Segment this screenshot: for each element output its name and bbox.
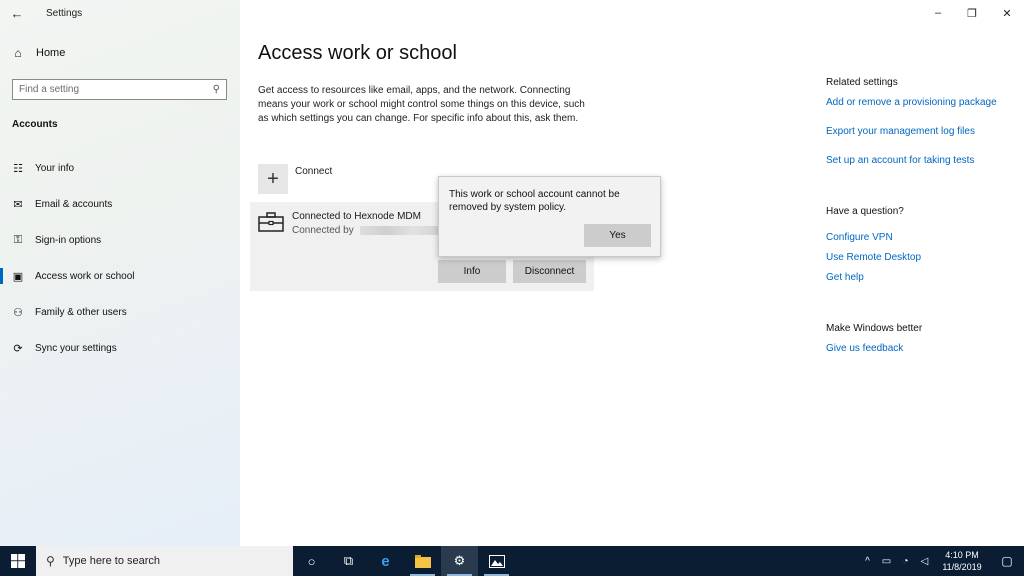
main-content: Access work or school Get access to reso… <box>240 0 1024 546</box>
sidebar-item-label: Family & other users <box>35 306 127 318</box>
sidebar-item-access-work-school[interactable]: ▣ Access work or school <box>0 264 240 288</box>
network-icon[interactable]: ◔ <box>896 556 915 567</box>
link-export-log-files[interactable]: Export your management log files <box>826 126 975 137</box>
close-button[interactable]: ✕ <box>990 0 1024 26</box>
task-view-icon[interactable]: ⧉ <box>330 546 367 576</box>
people-icon: ⚇ <box>13 306 23 319</box>
link-get-help[interactable]: Get help <box>826 272 864 283</box>
related-settings-heading: Related settings <box>826 77 898 88</box>
page-description: Get access to resources like email, apps… <box>258 85 585 124</box>
sidebar-item-sign-in-options[interactable]: ⚿ Sign-in options <box>0 228 240 252</box>
battery-icon[interactable]: ▭ <box>877 556 896 567</box>
sidebar-item-label: Email & accounts <box>35 198 113 210</box>
sidebar-item-home[interactable]: ⌂ Home <box>10 46 65 60</box>
sidebar-item-label: Your info <box>35 162 75 174</box>
sidebar: ← Settings ⌂ Home ⚲ Accounts ☷ Your info… <box>0 0 240 546</box>
title-bar: ← Settings <box>0 0 240 26</box>
question-heading: Have a question? <box>826 206 904 217</box>
edge-browser-icon[interactable]: e <box>367 546 404 576</box>
sidebar-item-label: Sync your settings <box>35 342 117 354</box>
clock-time: 4:10 PM <box>945 550 979 560</box>
account-subtitle: Connected by <box>292 225 440 236</box>
info-button[interactable]: Info <box>438 260 506 283</box>
disconnect-button[interactable]: Disconnect <box>513 260 586 283</box>
person-card-icon: ☷ <box>13 162 23 175</box>
taskbar-search[interactable]: ⚲ <box>36 546 293 576</box>
settings-app-icon[interactable]: ⚙ <box>441 546 478 576</box>
link-remote-desktop[interactable]: Use Remote Desktop <box>826 252 921 263</box>
home-icon: ⌂ <box>14 46 22 60</box>
plus-icon: + <box>258 164 288 194</box>
briefcase-icon: ▣ <box>12 270 24 283</box>
photos-app-icon[interactable] <box>478 546 515 576</box>
start-button[interactable] <box>0 546 36 576</box>
sidebar-item-label: Access work or school <box>35 270 135 282</box>
key-icon: ⚿ <box>13 233 23 246</box>
sidebar-item-label: Sign-in options <box>35 234 102 246</box>
sidebar-item-email-accounts[interactable]: ✉ Email & accounts <box>0 192 240 216</box>
account-subtitle-text: Connected by <box>292 225 354 236</box>
cortana-icon[interactable]: ○ <box>293 546 330 576</box>
better-heading: Make Windows better <box>826 323 923 334</box>
flyout-message: This work or school account cannot be re… <box>449 189 620 213</box>
windows-logo-icon <box>11 554 25 568</box>
minimize-button[interactable]: – <box>921 0 955 26</box>
redacted-value <box>359 226 440 235</box>
account-title: Connected to Hexnode MDM <box>292 211 421 222</box>
link-give-feedback[interactable]: Give us feedback <box>826 343 903 354</box>
home-label: Home <box>36 47 66 59</box>
photo-icon <box>488 554 505 568</box>
section-heading-accounts: Accounts <box>12 119 58 130</box>
clock[interactable]: 4:10 PM 11/8/2019 <box>934 549 990 573</box>
page-title: Access work or school <box>258 42 457 64</box>
connect-button[interactable]: + Connect <box>258 164 332 194</box>
sidebar-item-family-users[interactable]: ⚇ Family & other users <box>0 300 240 324</box>
connect-label: Connect <box>295 166 333 177</box>
clock-date: 11/8/2019 <box>942 562 982 572</box>
link-provisioning-package[interactable]: Add or remove a provisioning package <box>826 97 997 108</box>
briefcase-icon <box>258 212 284 232</box>
file-explorer-icon[interactable] <box>404 546 441 576</box>
link-configure-vpn[interactable]: Configure VPN <box>826 232 893 243</box>
taskbar-search-input[interactable] <box>62 555 263 567</box>
policy-flyout: This work or school account cannot be re… <box>438 176 661 257</box>
window-title: Settings <box>46 7 83 19</box>
system-tray: ^ ▭ ◔ ◁ 4:10 PM 11/8/2019 ▢ <box>858 546 1024 576</box>
chevron-up-icon[interactable]: ^ <box>858 556 877 567</box>
search-icon: ⚲ <box>46 554 55 568</box>
notification-icon[interactable]: ▢ <box>990 546 1024 576</box>
sidebar-item-sync-settings[interactable]: ⟳ Sync your settings <box>0 336 240 360</box>
find-setting-input[interactable] <box>19 84 213 95</box>
folder-icon <box>414 554 431 568</box>
link-taking-tests[interactable]: Set up an account for taking tests <box>826 155 974 166</box>
volume-icon[interactable]: ◁ <box>915 556 934 567</box>
yes-button[interactable]: Yes <box>584 224 651 247</box>
sidebar-item-your-info[interactable]: ☷ Your info <box>0 156 240 180</box>
restore-button[interactable]: ❐ <box>955 0 989 26</box>
sync-icon: ⟳ <box>13 342 23 355</box>
find-setting-search[interactable]: ⚲ <box>12 79 227 100</box>
search-icon[interactable]: ⚲ <box>213 84 220 95</box>
mail-icon: ✉ <box>13 198 23 211</box>
taskbar: ⚲ ○ ⧉ e ⚙ ^ ▭ ◔ ◁ 4:10 PM 11/8/2019 ▢ <box>0 546 1024 576</box>
back-arrow-icon[interactable]: ← <box>0 0 34 26</box>
